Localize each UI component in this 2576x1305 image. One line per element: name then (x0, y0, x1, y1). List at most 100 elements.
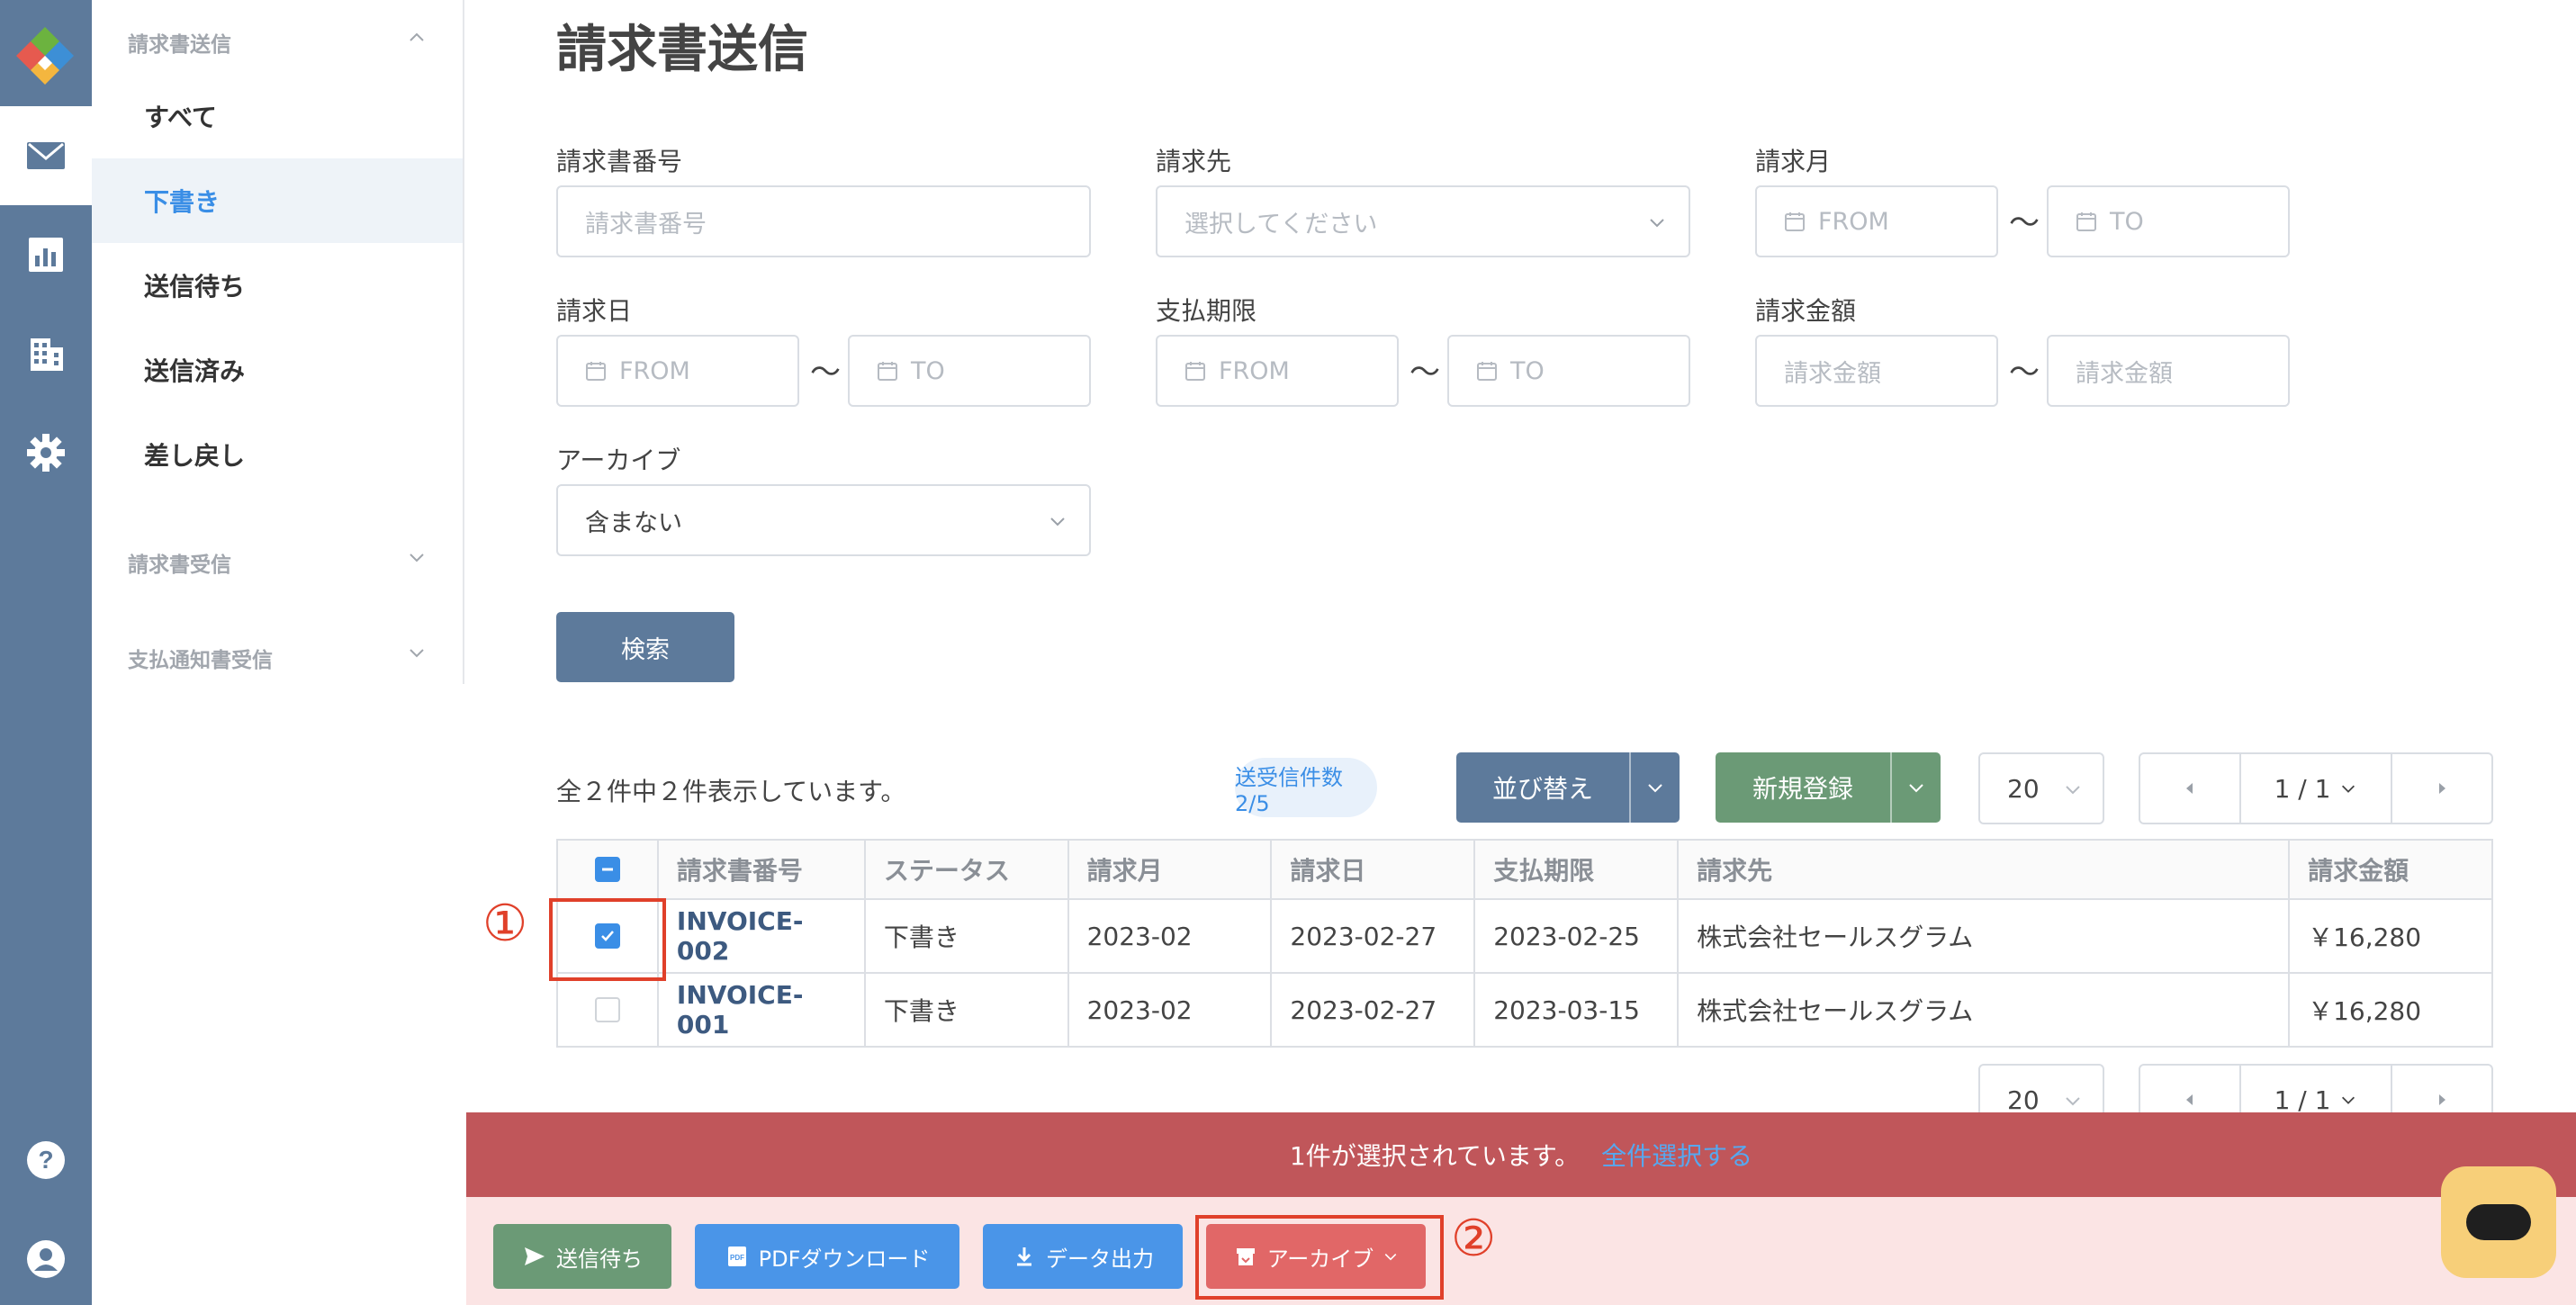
sort-button-label[interactable]: 並び替え (1456, 752, 1629, 823)
table-cell: ￥16,280 (2288, 972, 2493, 1048)
pdf-download-button[interactable]: PDF PDFダウンロード (695, 1224, 959, 1289)
new-register-button[interactable]: 新規登録 (1716, 752, 1941, 823)
invoice-number-link[interactable]: INVOICE-001 (656, 972, 866, 1048)
page-indicator: 1 / 1 (2274, 773, 2331, 804)
pdf-download-label: PDFダウンロード (758, 1246, 931, 1272)
month-to-placeholder: TO (2110, 207, 2144, 236)
column-header[interactable]: ステータス (863, 839, 1069, 900)
month-to-input[interactable]: TO (2047, 185, 2290, 257)
sidebar-section-invoice-send[interactable]: 請求書送信 (128, 27, 231, 58)
client-select[interactable]: 選択してください (1156, 185, 1690, 257)
calendar-icon (878, 362, 897, 381)
table-cell: 2023-02 (1067, 972, 1273, 1048)
sidebar-item-returned[interactable]: 差し戻し (92, 412, 463, 497)
chat-launcher-button[interactable] (2441, 1166, 2556, 1278)
column-header[interactable]: 請求日 (1270, 839, 1476, 900)
send-wait-label: 送信待ち (556, 1246, 643, 1272)
amount-to-placeholder: 請求金額 (2076, 359, 2173, 388)
sidebar-item-draft[interactable]: 下書き (92, 158, 463, 243)
new-register-label[interactable]: 新規登録 (1716, 752, 1890, 823)
icon-rail: ? (0, 0, 92, 1305)
sidebar-item-pending[interactable]: 送信待ち (92, 243, 463, 328)
chevron-down-icon (2066, 1097, 2080, 1106)
archive-select-value: 含まない (585, 508, 682, 537)
select-all-link[interactable]: 全件選択する (1601, 1137, 1752, 1173)
table-cell: ￥16,280 (2288, 898, 2493, 974)
table-cell: 2023-03-15 (1473, 972, 1680, 1048)
pdf-icon: PDF (727, 1246, 746, 1266)
calendar-icon (586, 362, 606, 381)
sidebar-section-payment-notice[interactable]: 支払通知書受信 (128, 643, 273, 673)
table-cell: 株式会社セールスグラム (1677, 898, 2291, 974)
due-date-from-placeholder: FROM (1219, 356, 1290, 385)
invoice-number-link[interactable]: INVOICE-002 (656, 898, 866, 974)
chevron-down-icon (2066, 786, 2080, 795)
app-logo-icon[interactable] (13, 22, 77, 86)
help-icon: ? (27, 1141, 65, 1179)
column-header[interactable]: 請求金額 (2288, 839, 2493, 900)
amount-to-input[interactable]: 請求金額 (2047, 335, 2290, 407)
page-select[interactable]: 1 / 1 (2239, 754, 2392, 823)
rail-report[interactable] (0, 205, 92, 304)
select-all-checkbox[interactable] (594, 857, 620, 882)
chat-bubble-icon (2466, 1204, 2531, 1240)
table-cell: 下書き (863, 972, 1069, 1048)
send-wait-button[interactable]: 送信待ち (493, 1224, 671, 1289)
annotation-box-2 (1195, 1215, 1444, 1300)
svg-text:?: ? (38, 1146, 53, 1174)
invoice-date-from-input[interactable]: FROM (556, 335, 799, 407)
range-separator: 〜 (2009, 355, 2040, 391)
range-separator: 〜 (2009, 205, 2040, 241)
invoice-no-input[interactable]: 請求書番号 (556, 185, 1091, 257)
gear-icon (27, 434, 65, 472)
sort-button[interactable]: 並び替え (1456, 752, 1680, 823)
rail-settings[interactable] (0, 403, 92, 502)
page-size-value: 20 (2007, 1084, 2040, 1115)
chevron-up-icon[interactable] (407, 27, 427, 47)
page-size-select[interactable]: 20 (1978, 752, 2104, 824)
send-icon (525, 1247, 545, 1265)
prev-page-button[interactable] (2140, 754, 2239, 823)
caret-left-icon (2186, 783, 2193, 794)
archive-select[interactable]: 含まない (556, 484, 1091, 556)
chevron-down-icon[interactable] (407, 547, 427, 567)
rail-help[interactable]: ? (0, 1111, 92, 1210)
amount-from-input[interactable]: 請求金額 (1755, 335, 1998, 407)
sidebar-section-invoice-receive[interactable]: 請求書受信 (128, 547, 231, 578)
select-all-cell[interactable] (556, 839, 659, 900)
rail-account[interactable] (0, 1210, 92, 1305)
table-row[interactable]: INVOICE-002 下書き 2023-02 2023-02-27 2023-… (556, 898, 2493, 974)
chevron-down-icon (2342, 785, 2355, 793)
row-select-cell[interactable] (556, 972, 659, 1048)
due-date-to-input[interactable]: TO (1447, 335, 1690, 407)
chevron-down-icon[interactable] (407, 643, 427, 662)
sidebar-item-sent[interactable]: 送信済み (92, 328, 463, 412)
annotation-number-1: ① (482, 895, 528, 953)
rail-mail[interactable] (0, 106, 92, 205)
column-header[interactable]: 請求先 (1677, 839, 2291, 900)
new-register-dropdown-toggle[interactable] (1890, 752, 1941, 823)
row-checkbox[interactable] (594, 997, 620, 1022)
sidebar: 請求書送信 すべて 下書き 送信待ち 送信済み 差し戻し 請求書受信 支払通知書… (92, 0, 464, 684)
annotation-box-1 (549, 898, 666, 981)
month-from-input[interactable]: FROM (1755, 185, 1998, 257)
column-header[interactable]: 請求月 (1067, 839, 1273, 900)
month-from-placeholder: FROM (1818, 207, 1889, 236)
search-button[interactable]: 検索 (556, 612, 734, 682)
invoice-date-from-placeholder: FROM (619, 356, 690, 385)
table-cell: 2023-02-27 (1270, 898, 1476, 974)
rail-company[interactable] (0, 304, 92, 403)
invoice-date-label: 請求日 (556, 296, 633, 326)
result-count: 全２件中２件表示しています。 (556, 777, 906, 806)
next-page-button[interactable] (2392, 754, 2491, 823)
invoice-date-to-input[interactable]: TO (848, 335, 1091, 407)
data-export-button[interactable]: データ出力 (983, 1224, 1183, 1289)
sidebar-item-all[interactable]: すべて (92, 74, 463, 158)
column-header[interactable]: 支払期限 (1473, 839, 1680, 900)
caret-right-icon (2439, 1094, 2445, 1105)
column-header[interactable]: 請求書番号 (656, 839, 866, 900)
sort-dropdown-toggle[interactable] (1629, 752, 1680, 823)
table-row[interactable]: INVOICE-001 下書き 2023-02 2023-02-27 2023-… (556, 972, 2493, 1048)
month-label: 請求月 (1755, 147, 1832, 176)
due-date-from-input[interactable]: FROM (1156, 335, 1399, 407)
